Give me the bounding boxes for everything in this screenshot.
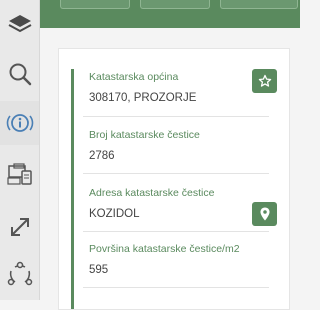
divider xyxy=(83,231,269,232)
devices-icon xyxy=(6,163,32,185)
header-bar xyxy=(40,0,300,28)
field-value: KOZIDOL xyxy=(89,208,140,220)
header-tab-2[interactable] xyxy=(140,0,210,9)
field-value: 308170, PROZORJE xyxy=(89,92,197,104)
header-tab-1[interactable] xyxy=(60,0,130,9)
map-marker-icon xyxy=(259,207,270,221)
field-label: Katastarska općina xyxy=(89,71,179,83)
field-parcel-number: Broj katastarske čestice 2786 xyxy=(89,129,259,163)
sidebar xyxy=(0,0,40,300)
star-icon xyxy=(258,74,271,87)
layers-button[interactable] xyxy=(0,2,39,46)
expand-button[interactable] xyxy=(0,205,39,249)
field-cadastral-municipality: Katastarska općina 308170, PROZORJE xyxy=(89,71,259,105)
info-button[interactable] xyxy=(0,101,39,145)
field-label: Broj katastarske čestice xyxy=(89,129,200,141)
search-icon xyxy=(9,63,31,86)
layers-icon xyxy=(8,15,31,33)
parcel-info-panel: Katastarska općina 308170, PROZORJE Broj… xyxy=(58,48,290,310)
field-parcel-address: Adresa katastarske čestice KOZIDOL xyxy=(89,187,259,221)
expand-icon xyxy=(10,218,29,236)
field-value: 595 xyxy=(89,264,109,276)
divider xyxy=(83,173,269,174)
field-label: Adresa katastarske čestice xyxy=(89,187,215,199)
divider xyxy=(83,287,269,288)
header-tab-3[interactable] xyxy=(220,0,298,9)
panel-accent-bar xyxy=(71,69,74,309)
favorite-button[interactable] xyxy=(252,69,277,93)
share-button[interactable] xyxy=(0,252,39,296)
share-icon xyxy=(7,261,32,286)
field-parcel-area: Površina katastarske čestice/m2 595 xyxy=(89,243,259,277)
info-icon xyxy=(6,114,33,132)
devices-button[interactable] xyxy=(0,152,39,196)
search-button[interactable] xyxy=(0,52,39,96)
field-value: 2786 xyxy=(89,150,115,162)
divider xyxy=(83,116,269,117)
locate-on-map-button[interactable] xyxy=(252,202,277,226)
field-label: Površina katastarske čestice/m2 xyxy=(89,243,240,255)
